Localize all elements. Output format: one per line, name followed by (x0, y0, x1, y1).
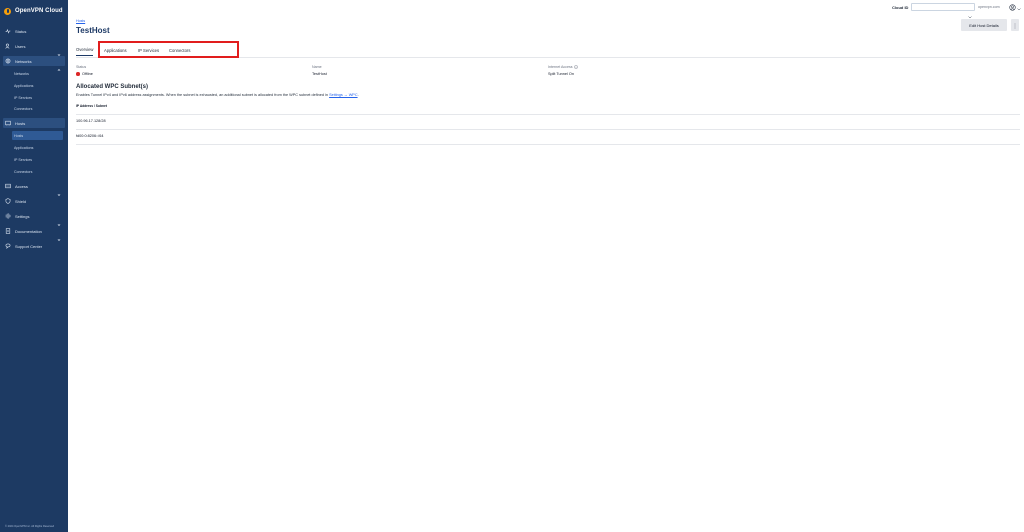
more-options-button[interactable] (1011, 19, 1019, 31)
sidebar-subitem-networks[interactable]: Networks (10, 69, 63, 78)
edit-host-details-button[interactable]: Edit Host Details (961, 19, 1007, 31)
openvpn-logo-icon (4, 7, 11, 15)
tabs-highlight-annotation (98, 41, 239, 58)
sidebar-subitem-host-ip-services[interactable]: IP Services (10, 155, 63, 164)
sidebar-item-settings[interactable]: Settings (3, 211, 65, 226)
gear-icon (5, 213, 11, 219)
sidebar-item-users[interactable]: Users (3, 41, 65, 56)
chevron-down-icon (57, 184, 61, 196)
openvpn-link[interactable]: openvpn.com (978, 5, 1000, 9)
documentation-icon (5, 228, 11, 234)
sidebar-item-support-center[interactable]: Support Center (3, 241, 65, 251)
chevron-up-icon (57, 59, 61, 71)
sidebar-subitem-hosts[interactable]: Hosts (12, 131, 63, 140)
sidebar-subitem-network-applications[interactable]: Applications (10, 81, 63, 90)
sidebar-item-networks[interactable]: Networks (3, 56, 65, 71)
column-header-ip-subnet: IP Address / Subnet (76, 104, 107, 108)
shield-icon (5, 198, 11, 204)
name-value: TestHost (312, 72, 327, 76)
offline-status-icon (76, 72, 80, 76)
status-icon (5, 28, 11, 34)
internet-access-label: Internet Access (548, 65, 578, 69)
page-title: TestHost (76, 26, 110, 35)
table-row: fd00:0:8206::/64 (76, 134, 104, 138)
info-icon[interactable] (573, 65, 578, 69)
chevron-down-icon (57, 229, 61, 241)
settings-wpc-link[interactable]: Settings → WPC (329, 93, 357, 97)
sidebar-item-access[interactable]: Access (3, 181, 65, 196)
name-label: Name (312, 65, 322, 69)
chevron-up-icon (57, 121, 61, 133)
cloud-id-select[interactable] (911, 3, 975, 19)
user-menu[interactable] (1009, 3, 1023, 11)
status-value: Offline (82, 72, 93, 76)
section-title-subnets: Allocated WPC Subnet(s) (76, 84, 149, 90)
users-icon (5, 43, 11, 49)
section-description: Enables Tunnel IPv4 and IPv6 address ass… (76, 93, 359, 97)
footer-copyright: © 2024 OpenVPN Inc. All Rights Reserved (5, 525, 55, 528)
sidebar-item-hosts[interactable]: Hosts (3, 118, 65, 133)
table-divider (76, 129, 1020, 130)
user-avatar-icon (1009, 0, 1016, 16)
sidebar-subitem-network-connectors[interactable]: Connectors (10, 104, 63, 113)
sidebar: OpenVPN Cloud Status Users Networks Netw… (0, 0, 68, 532)
internet-access-value: Split Tunnel On (548, 72, 574, 76)
chevron-down-icon (57, 44, 61, 56)
status-label: Status (76, 65, 87, 69)
access-icon (5, 183, 11, 189)
sidebar-item-documentation[interactable]: Documentation (3, 226, 65, 241)
chevron-down-icon (1017, 0, 1021, 16)
tab-overview[interactable]: Overview (76, 44, 94, 56)
networks-icon (5, 58, 11, 64)
more-vertical-icon (1013, 16, 1017, 34)
sidebar-subitem-network-ip-services[interactable]: IP Services (10, 93, 63, 102)
chevron-down-icon (968, 6, 972, 19)
cloud-id-label: Cloud ID (892, 5, 909, 10)
topbar: Cloud ID openvpn.com (68, 0, 1024, 19)
support-icon (5, 243, 11, 249)
breadcrumb-hosts[interactable]: Hosts (76, 19, 85, 23)
hosts-icon (5, 120, 11, 126)
table-divider (76, 144, 1020, 145)
sidebar-item-shield[interactable]: Shield (3, 196, 65, 206)
sidebar-subitem-host-applications[interactable]: Applications (10, 143, 63, 152)
brand[interactable]: OpenVPN Cloud (0, 0, 68, 22)
table-row: 100.96.17.128/28 (76, 119, 106, 123)
chevron-down-icon (57, 214, 61, 226)
sidebar-item-status[interactable]: Status (3, 26, 65, 36)
table-divider (76, 114, 1020, 115)
sidebar-subitem-host-connectors[interactable]: Connectors (10, 167, 63, 176)
brand-name: OpenVPN Cloud (15, 8, 63, 14)
